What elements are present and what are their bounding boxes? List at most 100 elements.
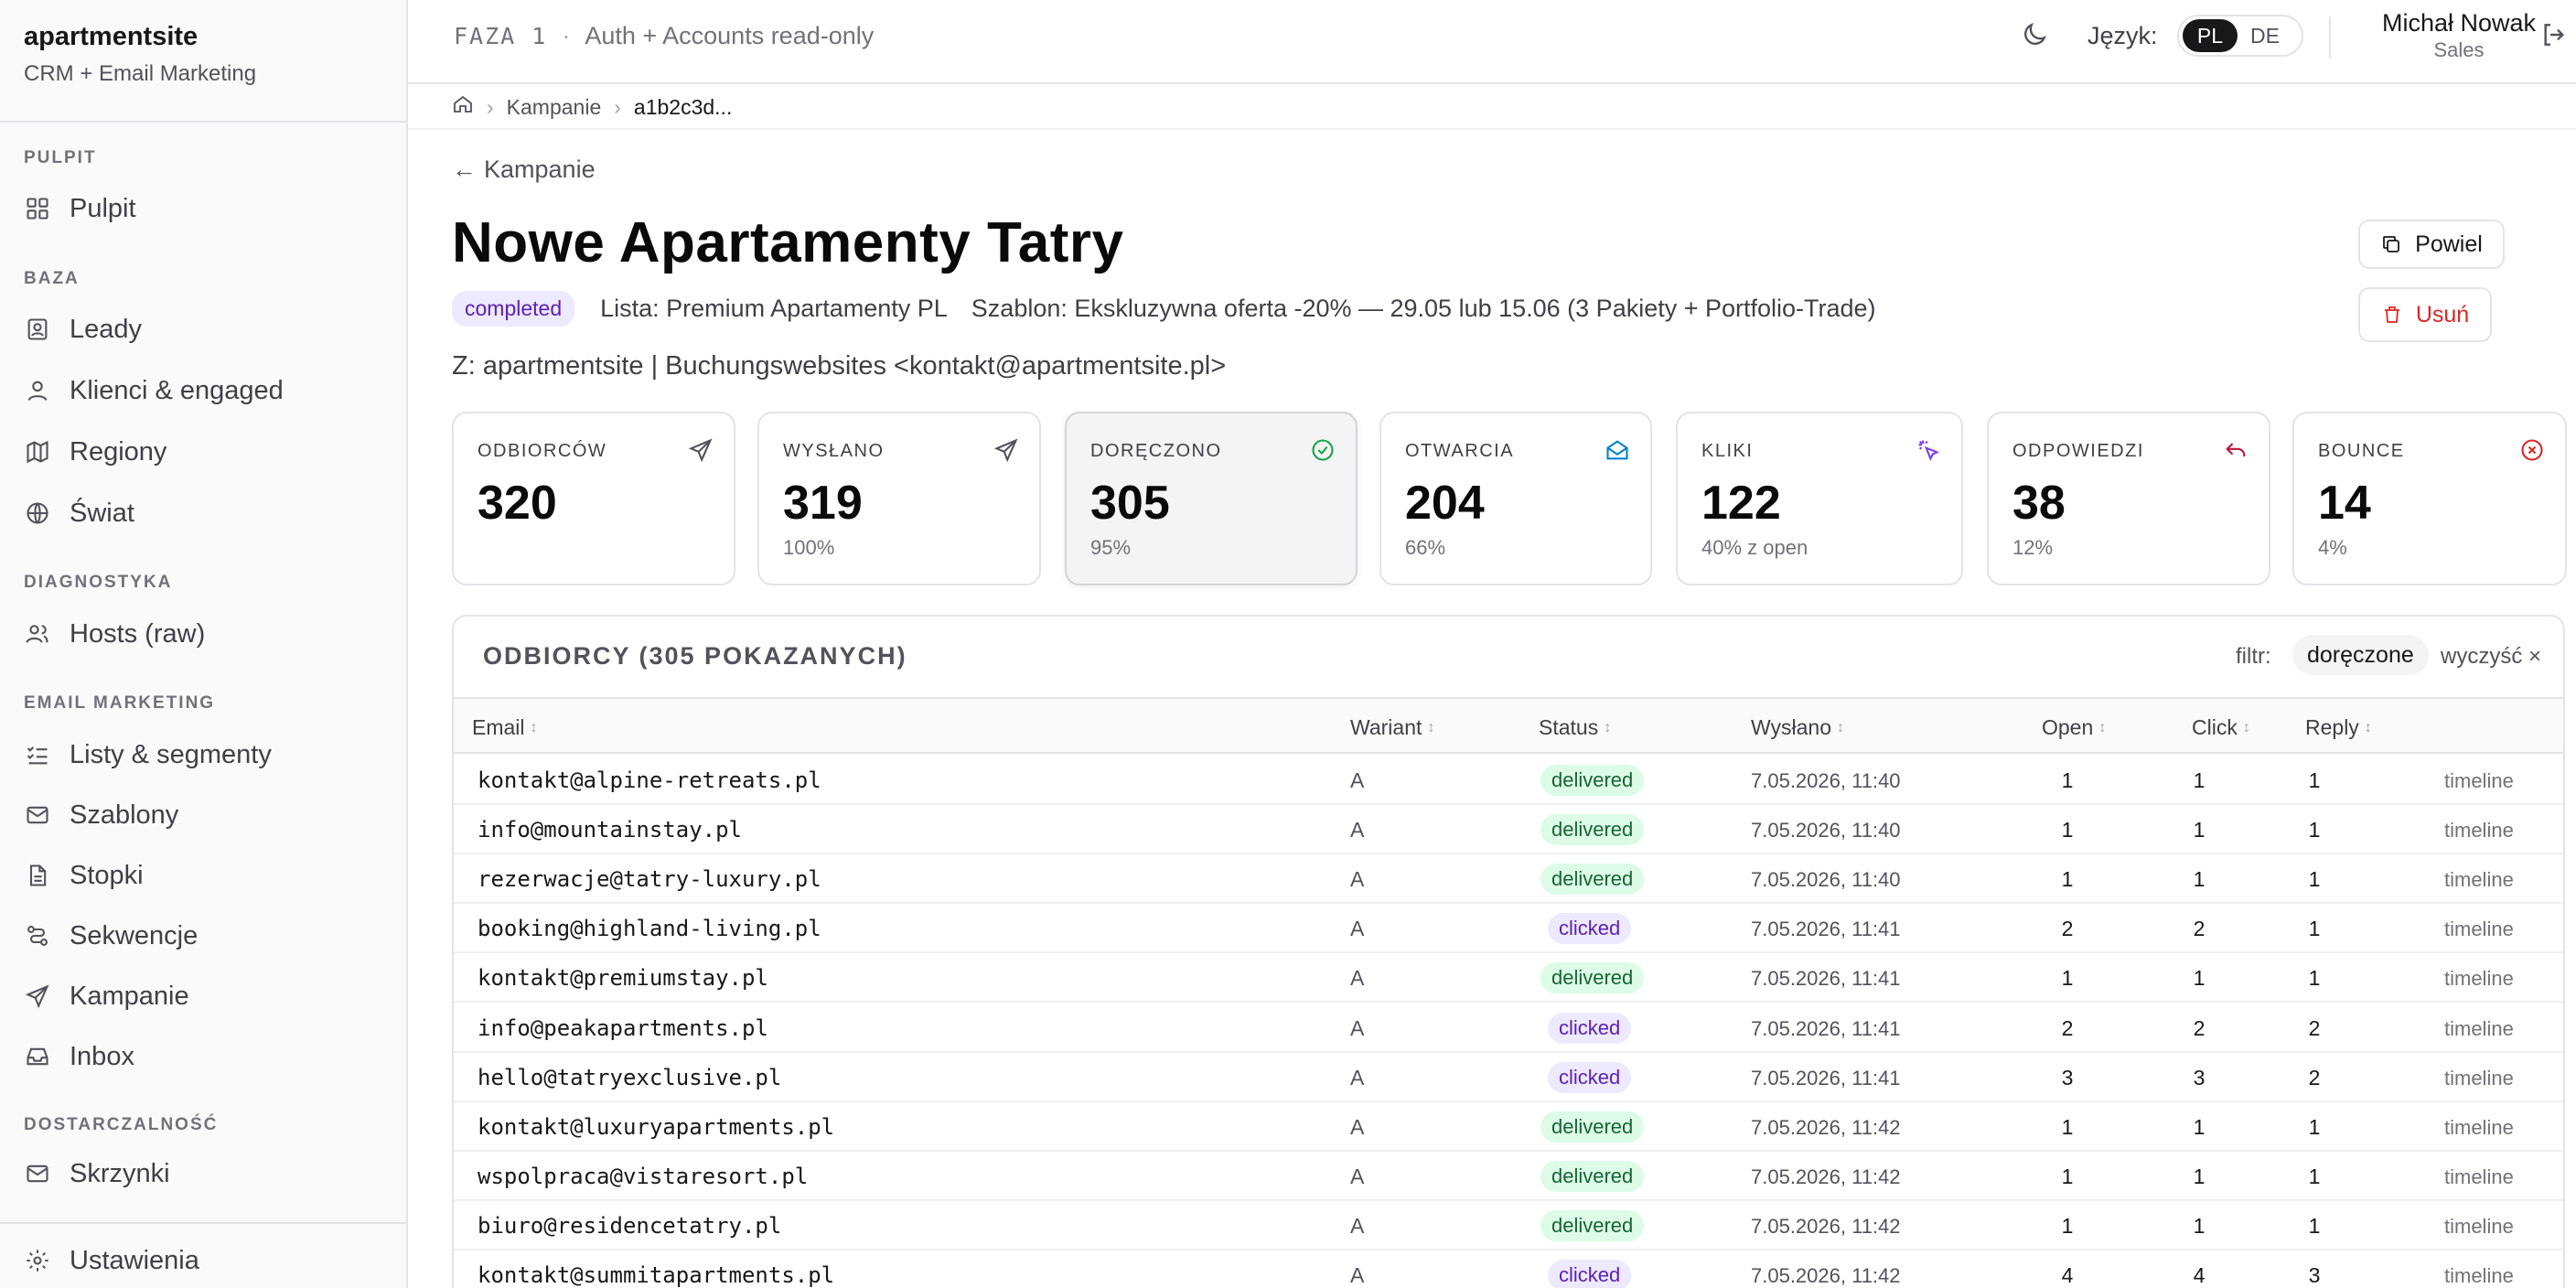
recipient-email[interactable]: info@peakapartments.pl (478, 1015, 768, 1041)
language-toggle[interactable]: PL DE (2177, 15, 2303, 57)
logout-icon[interactable] (2539, 20, 2572, 53)
sidebar-divider (0, 121, 408, 123)
click-count: 1 (2193, 768, 2206, 792)
phase-indicator: FAZA 1 · Auth + Accounts read-only (454, 22, 874, 50)
sidebar-item-swiat[interactable]: Świat (9, 488, 399, 539)
sidebar-item-regiony[interactable]: Regiony (9, 426, 399, 478)
user-role: Sales (2433, 38, 2485, 61)
timeline-link[interactable]: timeline (2444, 1067, 2514, 1090)
recipient-email[interactable]: info@mountainstay.pl (478, 817, 742, 843)
recipient-email[interactable]: hello@tatryexclusive.pl (478, 1065, 781, 1090)
home-icon[interactable] (452, 93, 474, 121)
stat-card-opens[interactable]: OTWARCIA 204 66% (1379, 412, 1652, 585)
sidebar-item-leady[interactable]: Leady (9, 304, 399, 355)
timeline-link[interactable]: timeline (2444, 868, 2514, 892)
column-open[interactable]: Open ↕ (2042, 715, 2106, 740)
table-row[interactable]: info@peakapartments.pl Aclicked 7.05.2026,… (454, 1004, 2563, 1053)
recipient-email[interactable]: kontakt@luxuryapartments.pl (478, 1114, 834, 1140)
moon-icon[interactable] (2020, 20, 2053, 53)
sort-icon: ↕ (1427, 719, 1435, 735)
recipient-email[interactable]: booking@highland-living.pl (478, 916, 821, 941)
timeline-link[interactable]: timeline (2444, 1116, 2514, 1140)
column-reply[interactable]: Reply ↕ (2305, 715, 2372, 740)
sidebar-item-label: Leady (70, 314, 143, 344)
sidebar-item-label: Szablony (70, 800, 179, 830)
recipient-email[interactable]: kontakt@summitapartments.pl (478, 1262, 834, 1288)
table-header: Email ↕ Wariant ↕ Status ↕ Wysłano ↕ Open ↕ C… (454, 697, 2563, 754)
table-row[interactable]: info@mountainstay.pl Adelivered 7.05.2026,… (454, 805, 2563, 855)
table-row[interactable]: biuro@residencetatry.pl Adelivered 7.05.20… (454, 1201, 2563, 1250)
sidebar-item-skrzynki[interactable]: Skrzynki (9, 1148, 399, 1199)
clear-filter-button[interactable]: wyczyść × (2441, 644, 2541, 670)
column-label: Wariant (1350, 715, 1422, 739)
sidebar-item-pulpit[interactable]: Pulpit (9, 183, 399, 234)
lang-option-pl[interactable]: PL (2183, 19, 2238, 52)
status-badge: delivered (1540, 1111, 1645, 1143)
sidebar-item-klienci[interactable]: Klienci & engaged (9, 365, 399, 416)
table-row[interactable]: rezerwacje@tatry-luxury.pl Adelivered 7.05… (454, 854, 2563, 905)
timeline-link[interactable]: timeline (2444, 1215, 2514, 1239)
sidebar-item-sekwencje[interactable]: Sekwencje (9, 910, 399, 961)
recipient-variant: A (1350, 1213, 1365, 1238)
timeline-link[interactable]: timeline (2444, 819, 2514, 843)
lang-option-de[interactable]: DE (2238, 19, 2292, 52)
reply-count: 1 (2308, 966, 2321, 991)
column-sent[interactable]: Wysłano ↕ (1751, 715, 1844, 740)
back-link[interactable]: ← Kampanie (452, 156, 596, 184)
sort-icon: ↕ (2242, 719, 2250, 735)
brand-name: apartmentsite (24, 22, 199, 51)
user-name[interactable]: Michał Nowak (2358, 9, 2560, 38)
breadcrumb-divider (408, 128, 2576, 130)
sidebar-item-ustawienia[interactable]: Ustawienia (9, 1235, 399, 1286)
table-row[interactable]: wspolpraca@vistaresort.pl Adelivered 7.05.… (454, 1152, 2563, 1201)
column-variant[interactable]: Wariant ↕ (1350, 715, 1434, 740)
timeline-link[interactable]: timeline (2444, 769, 2514, 793)
open-count: 2 (2061, 1015, 2074, 1040)
recipient-email[interactable]: wspolpraca@vistaresort.pl (478, 1164, 808, 1189)
table-row[interactable]: kontakt@alpine-retreats.pl Adelivered 7.05… (454, 756, 2563, 805)
recipient-email[interactable]: rezerwacje@tatry-luxury.pl (478, 866, 821, 892)
sidebar-item-inbox[interactable]: Inbox (9, 1031, 399, 1082)
reply-icon (2223, 437, 2250, 465)
recipient-variant: A (1350, 1114, 1365, 1139)
sidebar-footer-divider (0, 1222, 408, 1224)
stat-card-sent[interactable]: WYSŁANO 319 100% (757, 412, 1041, 585)
filter-chip[interactable]: doręczone (2292, 635, 2429, 675)
stat-card-delivered[interactable]: DORĘCZONO 305 95% (1065, 412, 1358, 585)
table-row[interactable]: kontakt@premiumstay.pl Adelivered 7.05.202… (454, 953, 2563, 1004)
stat-card-replies[interactable]: ODPOWIEDZI 38 12% (1987, 412, 2270, 585)
timeline-link[interactable]: timeline (2444, 1264, 2514, 1288)
timeline-link[interactable]: timeline (2444, 1017, 2514, 1041)
table-row[interactable]: hello@tatryexclusive.pl Aclicked 7.05.2026… (454, 1053, 2563, 1102)
stat-card-recipients[interactable]: ODBIORCÓW 320 (452, 412, 735, 585)
stat-label: KLIKI (1701, 441, 1754, 461)
column-email[interactable]: Email ↕ (472, 715, 538, 740)
table-row[interactable]: kontakt@summitapartments.pl Aclicked 7.05.… (454, 1250, 2563, 1288)
duplicate-button[interactable]: Powiel (2358, 220, 2505, 269)
timeline-link[interactable]: timeline (2444, 967, 2514, 991)
recipient-email[interactable]: biuro@residencetatry.pl (478, 1213, 781, 1239)
column-click[interactable]: Click ↕ (2192, 715, 2250, 740)
sidebar-item-stopki[interactable]: Stopki (9, 850, 399, 901)
recipient-email[interactable]: kontakt@premiumstay.pl (478, 965, 768, 991)
click-count: 1 (2193, 966, 2206, 991)
column-status[interactable]: Status ↕ (1539, 715, 1611, 740)
sidebar-item-listy[interactable]: Listy & segmenty (9, 729, 399, 780)
sidebar-item-kampanie[interactable]: Kampanie (9, 971, 399, 1022)
open-count: 4 (2061, 1263, 2074, 1287)
status-badge: delivered (1540, 814, 1645, 846)
table-row[interactable]: booking@highland-living.pl Aclicked 7.05.2… (454, 904, 2563, 954)
recipient-email[interactable]: kontakt@alpine-retreats.pl (478, 767, 821, 793)
timeline-link[interactable]: timeline (2444, 918, 2514, 941)
table-row[interactable]: kontakt@luxuryapartments.pl Adelivered 7.0… (454, 1102, 2563, 1152)
brand[interactable]: apartmentsite CRM + Email Marketing (24, 22, 256, 87)
timeline-link[interactable]: timeline (2444, 1165, 2514, 1189)
breadcrumb-kampanie[interactable]: Kampanie (507, 95, 602, 120)
stat-card-clicks[interactable]: KLIKI 122 40% z open (1676, 412, 1963, 585)
sidebar-item-hosts[interactable]: Hosts (raw) (9, 608, 399, 660)
stat-sub: 66% (1405, 536, 1446, 559)
mail-icon (24, 801, 51, 829)
stat-card-bounce[interactable]: BOUNCE 14 4% (2292, 412, 2567, 585)
sidebar-item-szablony[interactable]: Szablony (9, 789, 399, 841)
delete-button[interactable]: Usuń (2358, 287, 2492, 342)
